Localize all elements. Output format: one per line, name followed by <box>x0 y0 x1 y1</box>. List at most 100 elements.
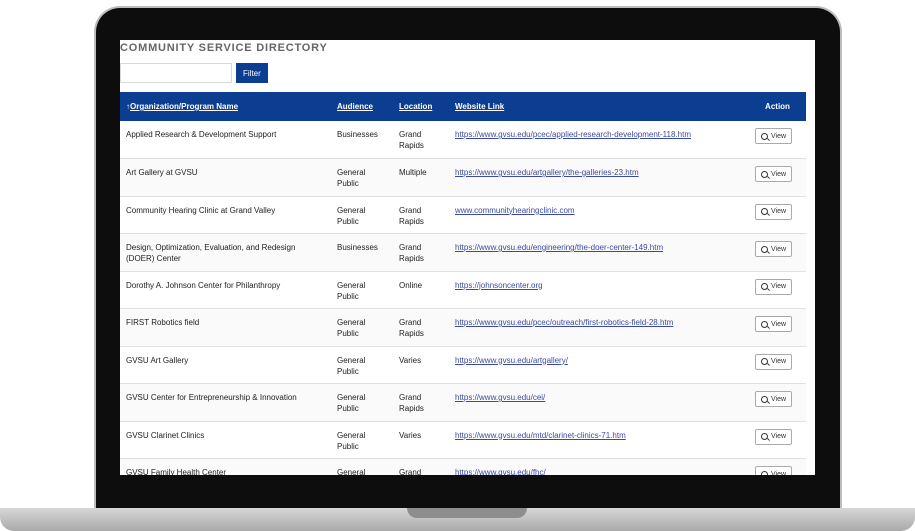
view-button-label: View <box>771 170 787 178</box>
cell-organization-name: Applied Research & Development Support <box>126 130 277 139</box>
cell-audience: Businesses <box>337 130 378 139</box>
website-link[interactable]: https://www.gvsu.edu/engineering/the-doe… <box>455 243 663 252</box>
cell-audience: General Public <box>337 318 366 338</box>
cell-organization-name: Community Hearing Clinic at Grand Valley <box>126 205 276 215</box>
cell-location: Varies <box>399 430 422 440</box>
sort-website-link[interactable]: Website Link <box>455 102 504 111</box>
cell-location: Grand Rapids <box>399 243 424 263</box>
table-header-row: ↑Organization/Program Name Audience Loca… <box>120 92 806 121</box>
directory-table: ↑Organization/Program Name Audience Loca… <box>120 92 806 475</box>
search-icon <box>761 132 768 140</box>
view-button[interactable]: View <box>755 391 793 407</box>
table-row: Art Gallery at GVSU General Public Multipl… <box>120 158 806 197</box>
cell-website: https://www.gvsu.edu/mtd/clarinet-clinic… <box>449 421 749 459</box>
cell-website: https://www.gvsu.edu/artgallery/the-gall… <box>449 159 749 197</box>
cell-action: View <box>749 234 806 272</box>
search-icon <box>761 170 768 178</box>
view-button[interactable]: View <box>755 203 793 220</box>
header-website[interactable]: Website Link <box>449 92 749 121</box>
search-icon <box>761 358 768 365</box>
cell-location: Grand Rapids <box>399 130 424 150</box>
view-button[interactable]: View <box>755 353 793 370</box>
filter-bar: Filter <box>120 63 268 83</box>
header-location[interactable]: Location <box>393 92 449 121</box>
search-icon <box>761 283 768 290</box>
filter-input[interactable] <box>120 63 232 83</box>
cell-location: Grand Rapids <box>399 318 424 338</box>
view-button-label: View <box>771 433 787 440</box>
view-button[interactable]: View <box>755 166 793 182</box>
cell-website: https://www.gvsu.edu/fhc/ <box>449 459 749 475</box>
filter-button[interactable]: Filter <box>236 63 268 83</box>
cell-action: View <box>749 346 806 384</box>
header-audience[interactable]: Audience <box>331 92 393 121</box>
cell-audience: General Public <box>337 168 366 188</box>
view-button[interactable]: View <box>755 466 793 476</box>
table-row: Community Hearing Clinic at Grand Valley… <box>120 196 806 234</box>
view-button-label: View <box>771 245 787 253</box>
table-row: GVSU Family Health Center General Grand htt… <box>120 458 806 476</box>
search-icon <box>761 320 768 328</box>
view-button-label: View <box>771 283 787 290</box>
view-button-label: View <box>771 320 787 328</box>
header-name[interactable]: ↑Organization/Program Name <box>120 92 331 121</box>
cell-location: Grand Rapids <box>399 393 424 413</box>
table-row: FIRST Robotics field General Public Grand … <box>120 308 806 347</box>
search-icon <box>761 395 768 403</box>
view-button[interactable]: View <box>755 241 793 257</box>
sort-location-link[interactable]: Location <box>399 102 432 111</box>
sort-audience-link[interactable]: Audience <box>337 102 373 111</box>
website-link[interactable]: https://www.gvsu.edu/artgallery/the-gall… <box>455 168 639 177</box>
cell-audience: General Public <box>337 393 366 413</box>
cell-location: Online <box>399 280 423 290</box>
cell-organization-name: Art Gallery at GVSU <box>126 168 198 177</box>
website-link[interactable]: www.communityhearingclinic.com <box>455 206 575 215</box>
cell-action: View <box>749 384 806 422</box>
website-link[interactable]: https://www.gvsu.edu/cei/ <box>455 393 545 402</box>
laptop-base-notch <box>407 508 527 518</box>
cell-location: Multiple <box>399 168 427 177</box>
cell-audience: General Public <box>337 430 366 451</box>
header-action: Action <box>765 102 790 111</box>
view-button-label: View <box>771 395 787 403</box>
cell-organization-name: GVSU Center for Entrepreneurship & Innov… <box>126 393 297 402</box>
view-button[interactable]: View <box>755 278 793 295</box>
cell-organization-name: FIRST Robotics field <box>126 318 200 327</box>
cell-location: Varies <box>399 355 422 365</box>
cell-website: https://www.gvsu.edu/engineering/the-doe… <box>449 234 749 272</box>
cell-website: www.communityhearingclinic.com <box>449 196 749 234</box>
view-button[interactable]: View <box>755 128 793 144</box>
website-link[interactable]: https://www.gvsu.edu/fhc/ <box>455 468 546 475</box>
table-row: GVSU Art Gallery General Public Varies http… <box>120 346 806 384</box>
search-icon <box>761 470 768 475</box>
search-icon <box>761 245 768 253</box>
view-button[interactable]: View <box>755 316 793 332</box>
cell-website: https://www.gvsu.edu/pcec/applied-resear… <box>449 121 749 159</box>
website-link[interactable]: https://www.gvsu.edu/pcec/outreach/first… <box>455 318 673 327</box>
cell-audience: General Public <box>337 355 366 376</box>
cell-website: https://www.gvsu.edu/pcec/outreach/first… <box>449 309 749 347</box>
cell-audience: Businesses <box>337 243 378 252</box>
cell-audience: General <box>337 468 366 475</box>
website-link[interactable]: https://www.gvsu.edu/artgallery/ <box>455 356 568 365</box>
cell-location: Grand Rapids <box>399 205 424 226</box>
cell-action: View <box>749 309 806 347</box>
view-button[interactable]: View <box>755 428 793 445</box>
cell-action: View <box>749 271 806 309</box>
website-link[interactable]: https://johnsoncenter.org <box>455 281 543 290</box>
website-link[interactable]: https://www.gvsu.edu/mtd/clarinet-clinic… <box>455 431 626 440</box>
website-link[interactable]: https://www.gvsu.edu/pcec/applied-resear… <box>455 130 691 139</box>
view-button-label: View <box>771 358 787 365</box>
sort-name-link[interactable]: Organization/Program Name <box>130 102 238 111</box>
table-row: GVSU Clarinet Clinics General Public Varie… <box>120 421 806 459</box>
cell-action: View <box>749 421 806 459</box>
cell-action: View <box>749 159 806 197</box>
cell-organization-name: GVSU Family Health Center <box>126 468 227 475</box>
browser-screen: COMMUNITY SERVICE DIRECTORY Filter ↑Orga… <box>120 40 815 475</box>
view-button-label: View <box>771 470 787 476</box>
cell-website: https://www.gvsu.edu/artgallery/ <box>449 346 749 384</box>
cell-action: View <box>749 196 806 234</box>
cell-organization-name: Design, Optimization, Evaluation, and Re… <box>126 243 296 263</box>
laptop-base <box>0 508 915 531</box>
table-row: Dorothy A. Johnson Center for Philanthro… <box>120 271 806 309</box>
